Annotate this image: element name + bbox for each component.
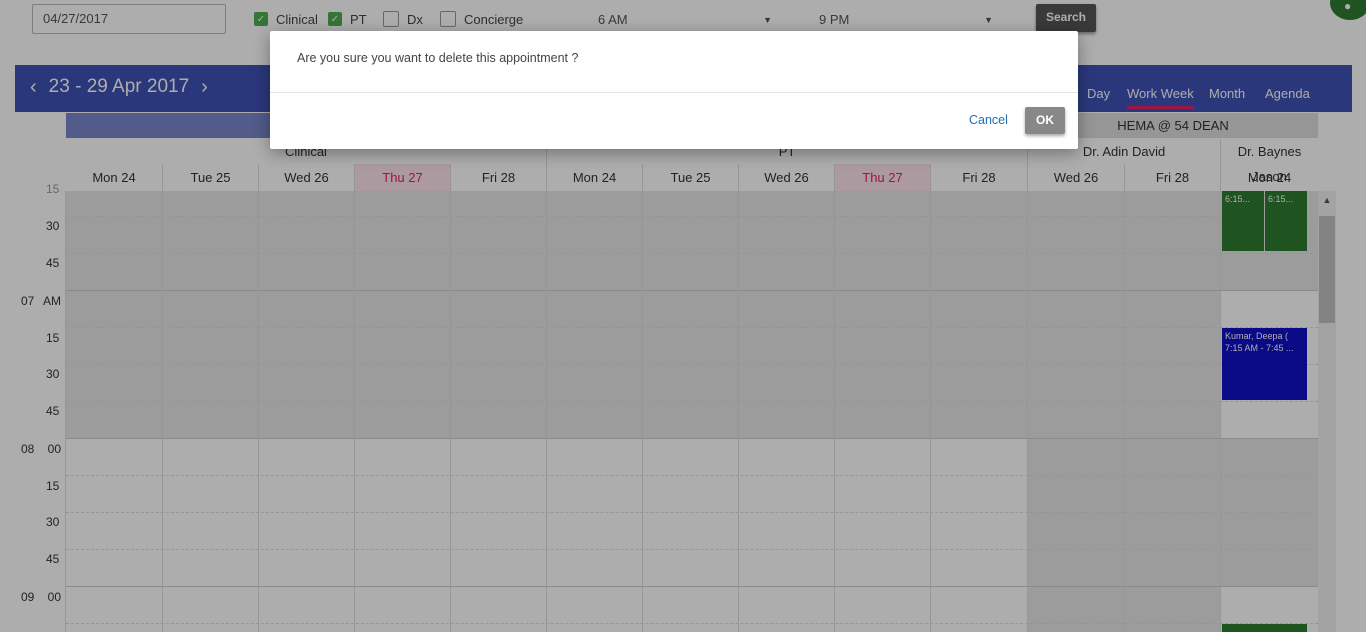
ok-button[interactable]: OK xyxy=(1025,107,1065,134)
cancel-button[interactable]: Cancel xyxy=(969,113,1008,127)
dialog-divider xyxy=(270,92,1078,93)
dialog-message: Are you sure you want to delete this app… xyxy=(297,51,579,65)
confirm-delete-dialog: Are you sure you want to delete this app… xyxy=(270,31,1078,149)
